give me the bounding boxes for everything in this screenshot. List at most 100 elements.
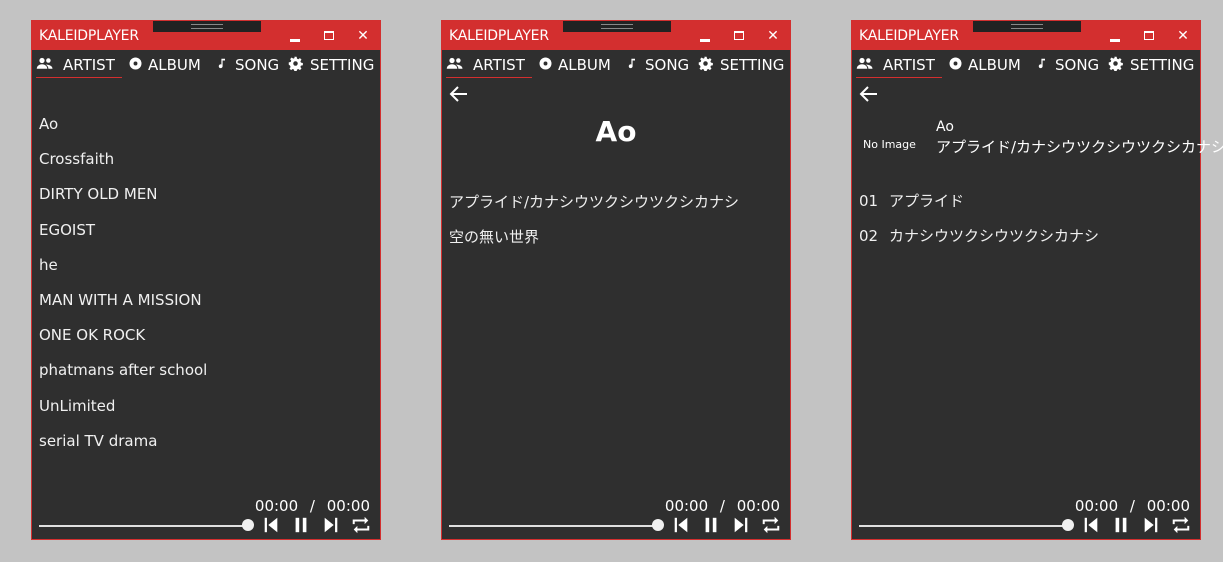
time-display: 00:00 / 00:00 (1075, 497, 1190, 515)
maximize-button[interactable] (728, 25, 750, 47)
next-button[interactable] (1142, 515, 1162, 537)
seek-handle[interactable] (242, 519, 254, 531)
list-item[interactable]: he (39, 256, 207, 291)
skip-next-icon (732, 517, 750, 539)
list-item[interactable]: Crossfaith (39, 150, 207, 185)
list-item[interactable]: EGOIST (39, 221, 207, 256)
list-item[interactable]: phatmans after school (39, 361, 207, 396)
seek-bar[interactable] (859, 525, 1067, 527)
list-item[interactable]: 空の無い世界 (449, 226, 739, 261)
minimize-icon (700, 39, 710, 42)
tab-label: ARTIST (883, 56, 935, 74)
skip-previous-icon (672, 517, 690, 539)
duration-time: 00:00 (326, 497, 370, 515)
repeat-button[interactable] (350, 515, 374, 537)
list-item[interactable]: アプライド/カナシウツクシウツクシカナシ (449, 191, 739, 226)
nav-tabs: ARTIST ALBUM SONG SETTING (852, 51, 1200, 79)
maximize-icon (1144, 31, 1154, 40)
pause-button[interactable] (1112, 515, 1132, 537)
tab-artist[interactable]: ARTIST (446, 51, 532, 78)
nav-tabs: ARTIST ALBUM SONG SETTING (32, 51, 380, 79)
table-row[interactable]: 01 アプライド (859, 190, 1099, 225)
time-separator: / (1129, 497, 1135, 515)
drag-handle[interactable] (563, 21, 671, 32)
disc-icon (128, 56, 146, 72)
album-art-placeholder: No Image (863, 138, 916, 151)
tab-label: ALBUM (558, 56, 611, 74)
time-separator: / (309, 497, 315, 515)
previous-button[interactable] (262, 515, 282, 537)
list-item[interactable]: Ao (39, 115, 207, 150)
close-button[interactable]: ✕ (1172, 25, 1194, 47)
list-item[interactable]: serial TV drama (39, 432, 207, 467)
elapsed-time: 00:00 (1074, 497, 1119, 515)
repeat-button[interactable] (760, 515, 784, 537)
gear-icon (288, 56, 306, 72)
skip-next-icon (1142, 517, 1160, 539)
close-button[interactable]: ✕ (762, 25, 784, 47)
minimize-icon (290, 39, 300, 42)
pause-button[interactable] (292, 515, 312, 537)
tab-label: SONG (1055, 56, 1100, 74)
gear-icon (1108, 56, 1126, 72)
seek-bar[interactable] (449, 525, 657, 527)
back-arrow-icon[interactable] (449, 85, 469, 103)
title-bar[interactable]: KALEIDPLAYER ✕ (32, 21, 380, 50)
time-display: 00:00 / 00:00 (255, 497, 370, 515)
maximize-button[interactable] (318, 25, 340, 47)
maximize-icon (324, 31, 334, 40)
tab-label: SONG (235, 56, 280, 74)
previous-button[interactable] (1082, 515, 1102, 537)
repeat-icon (350, 516, 372, 539)
next-button[interactable] (732, 515, 752, 537)
next-button[interactable] (322, 515, 342, 537)
pause-button[interactable] (702, 515, 722, 537)
album-artist: Ao (936, 119, 954, 135)
title-bar[interactable]: KALEIDPLAYER ✕ (852, 21, 1200, 50)
player-window-artist-detail: KALEIDPLAYER ✕ ARTIST ALBUM SONG SETTING… (441, 20, 791, 540)
track-title: カナシウツクシウツクシカナシ (889, 227, 1100, 245)
minimize-button[interactable] (284, 25, 306, 47)
close-button[interactable]: ✕ (352, 25, 374, 47)
minimize-button[interactable] (1104, 25, 1126, 47)
artist-list: Ao Crossfaith DIRTY OLD MEN EGOIST he MAN WIT… (39, 115, 207, 467)
list-item[interactable]: DIRTY OLD MEN (39, 185, 207, 220)
track-title: アプライド (889, 192, 965, 210)
minimize-button[interactable] (694, 25, 716, 47)
elapsed-time: 00:00 (664, 497, 709, 515)
gear-icon (698, 56, 716, 72)
back-arrow-icon[interactable] (859, 85, 879, 103)
list-item[interactable]: MAN WITH A MISSION (39, 291, 207, 326)
pause-icon (292, 517, 310, 539)
list-item[interactable]: ONE OK ROCK (39, 326, 207, 361)
repeat-button[interactable] (1170, 515, 1194, 537)
nav-tabs: ARTIST ALBUM SONG SETTING (442, 51, 790, 79)
maximize-button[interactable] (1138, 25, 1160, 47)
people-icon (446, 56, 464, 72)
player-window-artist-list: KALEIDPLAYER ✕ ARTIST ALBUM SONG SETTING… (31, 20, 381, 540)
drag-handle[interactable] (973, 21, 1081, 32)
title-bar[interactable]: KALEIDPLAYER ✕ (442, 21, 790, 50)
seek-handle[interactable] (652, 519, 664, 531)
close-icon: ✕ (767, 28, 779, 44)
list-item[interactable]: UnLimited (39, 397, 207, 432)
tab-label: SETTING (310, 56, 375, 74)
album-title: アプライド/カナシウツクシウツクシカナシ (936, 138, 1223, 156)
tab-label: ARTIST (473, 56, 525, 74)
previous-button[interactable] (672, 515, 692, 537)
skip-next-icon (322, 517, 340, 539)
track-number: 02 (859, 227, 879, 245)
drag-handle[interactable] (153, 21, 261, 32)
elapsed-time: 00:00 (254, 497, 299, 515)
app-title: KALEIDPLAYER (449, 28, 549, 44)
seek-handle[interactable] (1062, 519, 1074, 531)
tab-artist[interactable]: ARTIST (856, 51, 942, 78)
table-row[interactable]: 02 カナシウツクシウツクシカナシ (859, 225, 1099, 260)
app-title: KALEIDPLAYER (39, 28, 139, 44)
close-icon: ✕ (1177, 28, 1189, 44)
seek-bar[interactable] (39, 525, 247, 527)
tab-artist[interactable]: ARTIST (36, 51, 122, 78)
repeat-icon (760, 516, 782, 539)
pause-icon (1112, 517, 1130, 539)
music-note-icon (216, 56, 234, 72)
